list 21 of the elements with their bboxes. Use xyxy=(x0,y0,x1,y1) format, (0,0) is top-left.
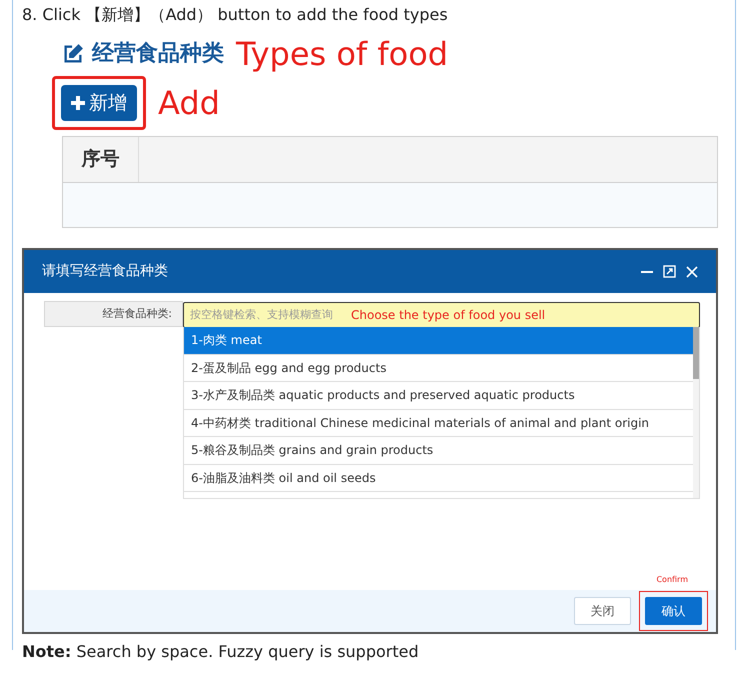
column-header: 序号 xyxy=(63,137,139,182)
annotation-text: Types of food xyxy=(236,38,448,70)
edit-icon xyxy=(62,42,84,64)
option-item[interactable]: 1-肉类 meat xyxy=(184,327,693,354)
plus-icon xyxy=(71,96,85,110)
annotation-text: Choose the type of food you sell xyxy=(351,307,546,324)
option-item[interactable]: 6-油脂及油料类 oil and oil seeds xyxy=(184,464,693,492)
maximize-icon[interactable] xyxy=(663,265,676,278)
confirm-button[interactable]: 确认 xyxy=(645,597,702,625)
close-button[interactable]: 关闭 xyxy=(574,597,631,625)
scrollbar-thumb[interactable] xyxy=(693,327,699,379)
annotation-text: Confirm xyxy=(656,574,688,586)
add-button[interactable]: 新增 xyxy=(61,85,137,121)
annotation-text: Add xyxy=(158,83,220,124)
close-icon[interactable] xyxy=(686,266,698,278)
dialog-title: 请填写经营食品种类 xyxy=(42,262,169,281)
note-text: Note: Search by space. Fuzzy query is supported xyxy=(21,641,420,663)
step-text: 8. Click 【新增】（Add） button to add the food types xyxy=(21,4,449,26)
option-item[interactable]: 4-中药材类 traditional Chinese medicinal materials of animal and plant origin xyxy=(184,410,693,437)
field-label: 经营食品种类: xyxy=(44,301,183,327)
section-title: 经营食品种类 xyxy=(92,40,224,68)
